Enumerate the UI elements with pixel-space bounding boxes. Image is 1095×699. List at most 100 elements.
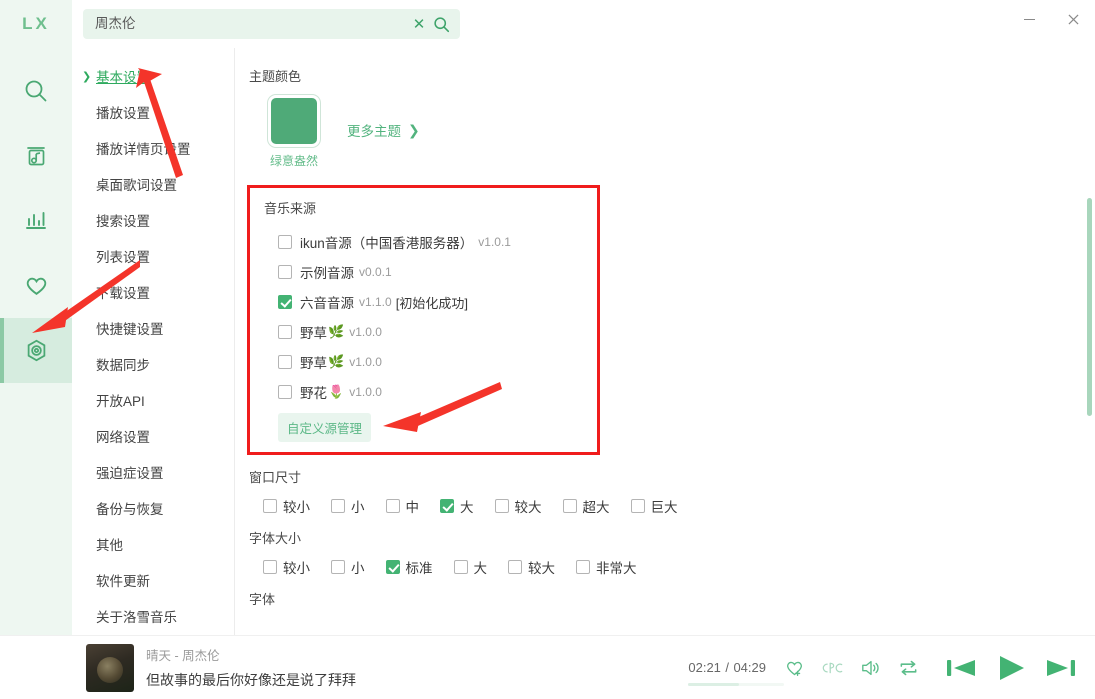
checkbox-icon[interactable] xyxy=(278,385,292,399)
gear-icon xyxy=(27,339,45,362)
current-time: 02:21 xyxy=(688,659,721,675)
nav-item-label: 基本设置 xyxy=(96,70,150,85)
checkbox-icon[interactable] xyxy=(576,560,590,574)
search-icon[interactable] xyxy=(430,13,452,35)
nav-item-label: 备份与恢复 xyxy=(96,502,164,517)
checkbox-icon[interactable] xyxy=(453,560,468,574)
previous-button[interactable] xyxy=(945,655,977,681)
more-themes-button[interactable]: 更多主题 ❯ xyxy=(347,120,420,140)
track-title: 晴天 - 周杰伦 xyxy=(146,649,220,663)
music-source-item[interactable]: 野花 🌷 v1.0.0 xyxy=(278,377,597,407)
checkbox-icon[interactable] xyxy=(263,560,277,574)
checkbox-icon[interactable] xyxy=(263,499,277,513)
nav-item-3[interactable]: 桌面歌词设置 xyxy=(72,166,234,202)
font-size-option-5[interactable]: 非常大 xyxy=(576,557,637,577)
source-version: v1.1.0 xyxy=(359,295,392,309)
music-source-item[interactable]: 示例音源 v0.0.1 xyxy=(278,257,597,287)
nav-item-2[interactable]: 播放详情页设置 xyxy=(72,130,234,166)
volume-icon[interactable] xyxy=(860,658,882,678)
nav-item-0[interactable]: ❯ 基本设置 xyxy=(72,58,234,94)
nav-item-4[interactable]: 搜索设置 xyxy=(72,202,234,238)
source-version: v1.0.0 xyxy=(349,325,382,339)
music-source-item[interactable]: ikun音源（中国香港服务器） v1.0.1 xyxy=(278,227,597,257)
checkbox-icon[interactable] xyxy=(494,499,509,513)
rail-item-favorite[interactable] xyxy=(0,253,72,318)
window-size-option-1[interactable]: 小 xyxy=(331,496,365,516)
font-size-option-4[interactable]: 较大 xyxy=(508,557,555,577)
repeat-icon[interactable] xyxy=(898,658,919,678)
source-name: 野花 xyxy=(300,386,327,401)
window-size-option-6[interactable]: 巨大 xyxy=(630,496,678,516)
checkbox-icon[interactable] xyxy=(278,325,292,339)
music-source-item[interactable]: 六音音源 v1.1.0 [初始化成功] xyxy=(278,287,597,317)
search-box[interactable]: 周杰伦 ✕ xyxy=(83,9,460,39)
checkbox-icon[interactable] xyxy=(331,499,345,513)
checkbox-icon[interactable] xyxy=(385,499,400,513)
music-source-item[interactable]: 野草 🌿 v1.0.0 xyxy=(278,347,597,377)
nav-rail xyxy=(0,48,72,635)
checkbox-icon[interactable] xyxy=(278,355,292,369)
source-version: v1.0.0 xyxy=(349,385,382,399)
checkbox-icon[interactable] xyxy=(440,499,454,513)
nav-item-6[interactable]: 下载设置 xyxy=(72,274,234,310)
font-size-option-1[interactable]: 小 xyxy=(331,557,365,577)
settings-nav: ❯ 基本设置 播放设置 播放详情页设置 桌面歌词设置 搜索设置 列表设置 下载设… xyxy=(72,48,235,635)
nav-item-11[interactable]: 强迫症设置 xyxy=(72,454,234,490)
window-size-option-3[interactable]: 大 xyxy=(440,496,474,516)
nav-item-5[interactable]: 列表设置 xyxy=(72,238,234,274)
window-size-option-2[interactable]: 中 xyxy=(385,496,419,516)
nav-item-7[interactable]: 快捷键设置 xyxy=(72,310,234,346)
scrollbar-thumb[interactable] xyxy=(1087,198,1092,416)
option-label: 较小 xyxy=(283,561,310,576)
tulip-icon: 🌷 xyxy=(328,384,345,399)
music-source-item[interactable]: 野草 🌿 v1.0.0 xyxy=(278,317,597,347)
rail-item-settings[interactable] xyxy=(0,318,72,383)
nav-item-1[interactable]: 播放设置 xyxy=(72,94,234,130)
option-label: 大 xyxy=(460,500,474,515)
font-size-option-0[interactable]: 较小 xyxy=(263,557,310,577)
nav-item-label: 搜索设置 xyxy=(96,214,150,229)
checkbox-icon[interactable] xyxy=(278,235,292,249)
progress-bar[interactable] xyxy=(688,682,784,686)
checkbox-icon[interactable] xyxy=(562,499,577,513)
track-lyric: 但故事的最后你好像还是说了拜拜 xyxy=(146,672,356,688)
rail-item-search[interactable] xyxy=(0,58,72,123)
play-button[interactable] xyxy=(995,653,1027,683)
nav-item-15[interactable]: 关于洛雪音乐 xyxy=(72,598,234,634)
clear-search-icon[interactable]: ✕ xyxy=(408,13,430,35)
leaderboard-icon xyxy=(26,211,46,229)
lyric-icon[interactable] xyxy=(821,658,844,678)
nav-item-9[interactable]: 开放API xyxy=(72,382,234,418)
option-label: 标准 xyxy=(405,561,433,576)
favorite-icon[interactable] xyxy=(784,657,805,678)
nav-item-14[interactable]: 软件更新 xyxy=(72,562,234,598)
custom-source-manage-button[interactable]: 自定义源管理 xyxy=(278,413,372,442)
theme-swatch[interactable] xyxy=(268,95,320,147)
nav-item-10[interactable]: 网络设置 xyxy=(72,418,234,454)
checkbox-icon[interactable] xyxy=(630,499,645,513)
rail-item-songlist[interactable] xyxy=(0,123,72,188)
nav-item-12[interactable]: 备份与恢复 xyxy=(72,490,234,526)
window-size-option-4[interactable]: 较大 xyxy=(494,496,542,516)
close-button[interactable] xyxy=(1051,6,1095,32)
next-button[interactable] xyxy=(1045,655,1077,681)
checkbox-icon[interactable] xyxy=(385,560,400,574)
font-size-option-2[interactable]: 标准 xyxy=(385,557,433,577)
nav-item-13[interactable]: 其他 xyxy=(72,526,234,562)
font-size-option-3[interactable]: 大 xyxy=(453,557,487,577)
album-cover[interactable] xyxy=(86,643,134,692)
checkbox-icon[interactable] xyxy=(508,560,522,574)
rail-item-leaderboard[interactable] xyxy=(0,188,72,253)
nav-item-8[interactable]: 数据同步 xyxy=(72,346,234,382)
checkbox-icon[interactable] xyxy=(331,560,345,574)
window-controls xyxy=(975,0,1095,48)
checkbox-icon[interactable] xyxy=(278,265,292,279)
content-scrollbar[interactable] xyxy=(1087,48,1092,635)
font-size-title: 字体大小 xyxy=(249,531,302,546)
checkbox-icon[interactable] xyxy=(278,295,292,309)
search-input[interactable]: 周杰伦 xyxy=(95,9,408,39)
window-size-option-5[interactable]: 超大 xyxy=(562,496,610,516)
minimize-button[interactable] xyxy=(1007,6,1051,32)
time-separator: / xyxy=(725,659,729,675)
window-size-option-0[interactable]: 较小 xyxy=(263,496,310,516)
